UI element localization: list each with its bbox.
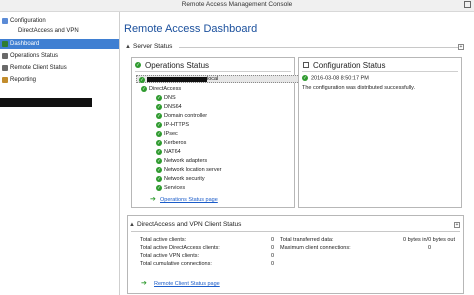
group-label: DirectAccess [149,86,182,92]
service-label: Network security [164,176,205,182]
check-icon: ✓ [156,185,162,191]
check-icon: ✓ [156,95,162,101]
service-label: Network adapters [164,158,208,164]
nav-item-label: Operations Status [10,53,59,59]
reporting-icon [2,77,8,83]
dashboard-icon [2,41,8,47]
nav-item-directaccess-vpn[interactable]: DirectAccess and VPN [0,26,119,36]
nav-item-label: DirectAccess and VPN [18,28,79,34]
configuration-status-panel: Configuration Status ✓ 2016-03-08 8:50:17… [298,57,462,208]
panel-divider [135,71,291,72]
check-icon: ✓ [302,75,308,81]
stat-label: Total active DirectAccess clients: [140,245,220,251]
panel-divider [302,71,458,72]
client-status-section: ▲ DirectAccess and VPN Client Status + T… [127,215,464,294]
stat-label: Maximum client connections: [280,245,351,251]
service-label: Services [164,185,186,191]
nav-item-reporting[interactable]: Reporting [0,75,119,85]
nav-item-label: Reporting [10,77,37,83]
check-icon: ✓ [156,122,162,128]
stat-label: Total transferred data: [280,237,334,243]
service-label: DNS64 [164,104,182,110]
configuration-timestamp-row: ✓ 2016-03-08 8:50:17 PM [302,75,369,81]
collapse-caret-icon[interactable]: ▲ [125,42,131,52]
check-icon: ✓ [139,76,145,83]
service-label: IP-HTTPS [164,122,190,128]
configuration-status-icon [303,62,309,68]
window-title: Remote Access Management Console [181,1,293,8]
configuration-timestamp: 2016-03-08 8:50:17 PM [311,75,369,82]
nav-item-operations-status[interactable]: Operations Status [0,51,119,61]
server-name-suffix: local [207,76,219,82]
stat-value: 0 bytes in/0 bytes out [403,237,455,243]
check-icon: ✓ [156,149,162,155]
expand-icon[interactable]: + [458,44,464,50]
panel-title: Operations Status [145,61,210,70]
remote-client-status-link[interactable]: Remote Client Status page [154,281,220,287]
nav-item-label: Dashboard [10,41,40,47]
section-label: DirectAccess and VPN Client Status [137,221,242,228]
check-icon: ✓ [156,140,162,146]
nav-item-remote-client-status[interactable]: Remote Client Status [0,63,119,73]
main-content: Remote Access Dashboard ▲ Server Status … [121,12,474,295]
stat-value: 0 [427,245,431,251]
check-icon: ✓ [156,176,162,182]
service-label: Kerberos [164,140,187,146]
section-divider [131,231,460,232]
stat-label: Total active VPN clients: [140,253,199,259]
remote-client-status-icon [2,65,8,71]
service-label: Domain controller [164,113,208,119]
redacted-server-name [0,98,92,107]
title-bar: Remote Access Management Console [0,0,474,12]
arrow-right-icon: ➔ [141,280,147,287]
stat-value: 0 [270,237,274,243]
check-icon: ✓ [141,86,147,92]
service-label: NAT64 [164,149,181,155]
panel-title: Configuration Status [313,61,386,70]
check-icon: ✓ [156,167,162,173]
service-label: Network location server [164,167,222,173]
stat-value: 0 [270,245,274,251]
nav-item-configuration[interactable]: Configuration [0,16,119,26]
stat-value: 0 [270,253,274,259]
configuration-icon [2,18,8,24]
check-icon: ✓ [156,131,162,137]
configuration-message: The configuration was distributed succes… [302,85,416,91]
redacted-server-name [147,77,207,82]
client-status-header[interactable]: ▲ DirectAccess and VPN Client Status [129,220,459,230]
nav-item-label: Configuration [10,18,46,24]
section-divider [179,47,459,48]
check-icon: ✓ [156,104,162,110]
operations-status-link[interactable]: Operations Status page [160,197,218,203]
arrow-right-icon: ➔ [150,196,156,203]
operations-status-icon [2,53,8,59]
section-label: Server Status [133,43,173,50]
stat-value: 0 [270,261,274,267]
check-icon: ✓ [135,62,141,68]
check-icon: ✓ [156,158,162,164]
check-icon: ✓ [156,113,162,119]
stat-label: Total active clients: [140,237,187,243]
server-row[interactable]: ✓ local [136,75,302,83]
navigation-pane: Configuration DirectAccess and VPN Dashb… [0,12,120,295]
collapse-caret-icon[interactable]: ▲ [129,220,135,230]
maximize-button[interactable] [464,1,471,8]
operations-status-panel: ✓ Operations Status ✓ local ✓ DirectAcce… [131,57,302,208]
page-title: Remote Access Dashboard [124,23,258,35]
service-label: DNS [164,95,176,101]
nav-item-dashboard[interactable]: Dashboard [0,39,119,49]
nav-item-label: Remote Client Status [10,65,67,71]
stat-label: Total cumulative connections: [140,261,212,267]
expand-icon[interactable]: + [454,222,460,228]
service-label: IPsec [164,131,178,137]
